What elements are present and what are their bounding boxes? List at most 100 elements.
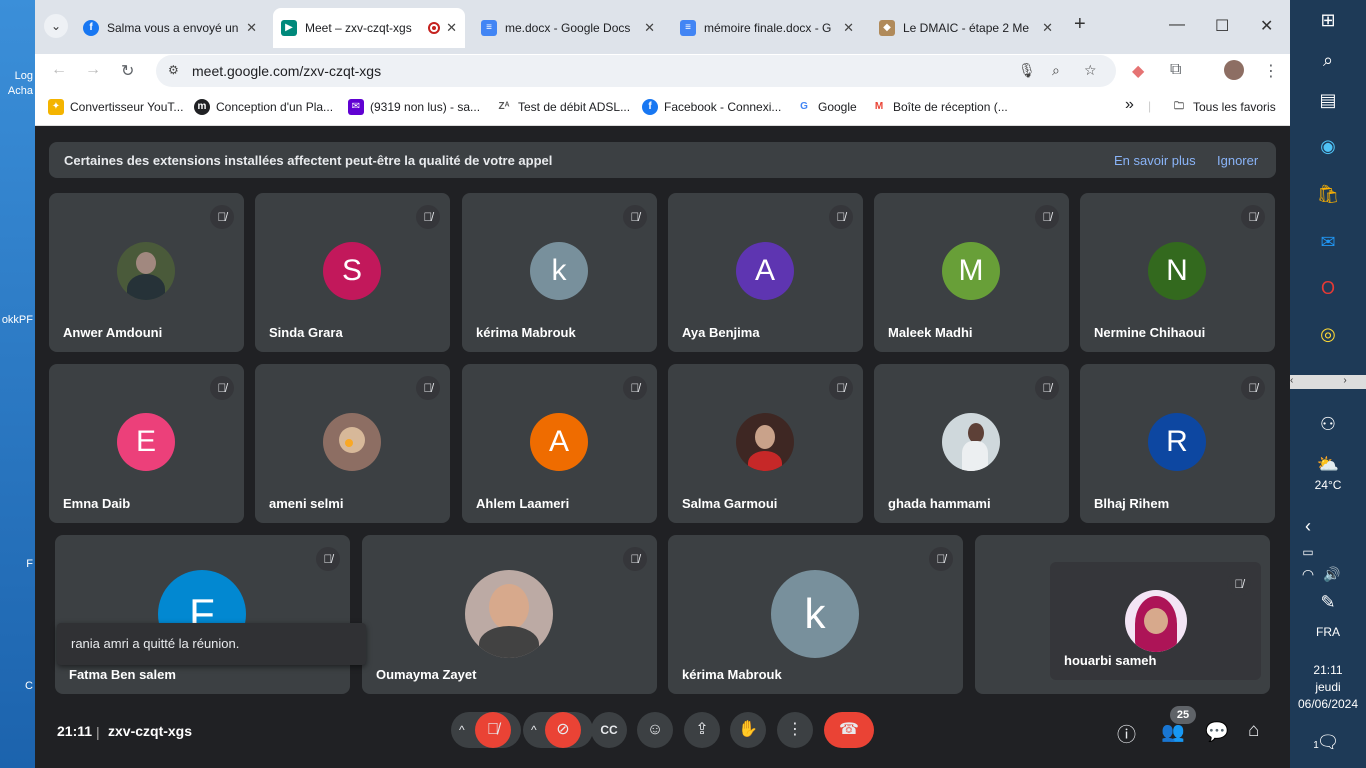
leave-call-button[interactable]: ☎ — [824, 712, 874, 748]
site-info-icon[interactable]: ⚙ — [168, 63, 179, 77]
forward-icon[interactable]: → — [85, 61, 101, 79]
bookmark-item[interactable]: M Boîte de réception (... — [871, 99, 1008, 115]
tab-dmaic[interactable]: ◆ Le DMAIC - étape 2 Me ✕ — [871, 14, 1061, 42]
desktop-icon-label[interactable]: C — [0, 680, 35, 692]
search-icon[interactable]: ⌕ — [1314, 46, 1342, 74]
clock-time[interactable]: 21:11 — [1290, 663, 1366, 677]
raise-hand-button[interactable]: ✋ — [730, 712, 766, 748]
microphone-icon[interactable]: 🎙 — [1018, 62, 1036, 79]
extensions-puzzle-icon[interactable]: ⧉ — [1170, 61, 1181, 79]
participant-tile[interactable]: 🎙̸ houarbi sameh — [975, 535, 1270, 694]
pen-icon[interactable]: ✎ — [1314, 588, 1342, 616]
participant-tile[interactable]: 🎙̸ Oumayma Zayet — [362, 535, 657, 694]
participant-tile[interactable]: 🎙̸ S Sinda Grara — [255, 193, 450, 352]
participant-tile[interactable]: 🎙̸ R Blhaj Rihem — [1080, 364, 1275, 523]
mic-off-icon: 🎙̸ — [1035, 205, 1059, 229]
bookmark-star-icon[interactable]: ☆ — [1084, 62, 1097, 79]
close-icon[interactable]: ✕ — [246, 20, 257, 36]
bookmarks-overflow-button[interactable]: » — [1125, 96, 1134, 114]
reload-icon[interactable]: ↻ — [121, 61, 134, 81]
participant-tile[interactable]: 🎙̸ Salma Garmoui — [668, 364, 863, 523]
weather-icon[interactable]: ⛅ — [1314, 450, 1342, 478]
desktop-icon-label[interactable]: okkPF — [0, 314, 35, 326]
people-icon[interactable]: ⚇ — [1314, 410, 1342, 438]
participant-tile[interactable]: 🎙̸ A Ahlem Laameri — [462, 364, 657, 523]
profile-avatar[interactable] — [1224, 60, 1244, 80]
learn-more-link[interactable]: En savoir plus — [1114, 153, 1196, 168]
bookmark-item[interactable]: Zᴬ Test de débit ADSL... — [496, 99, 630, 115]
store-icon[interactable]: 🛍 — [1314, 180, 1342, 208]
mic-off-icon: 🎙̸ — [929, 547, 953, 571]
opera-icon[interactable]: O — [1314, 274, 1342, 302]
participant-tile[interactable]: 🎙̸ ameni selmi — [255, 364, 450, 523]
url-text[interactable]: meet.google.com/zxv-czqt-xgs — [192, 63, 381, 79]
tab-meet[interactable]: ▶ Meet – zxv-czqt-xgs ✕ — [273, 8, 465, 48]
clock-date[interactable]: 06/06/2024 — [1290, 697, 1366, 711]
tab-docs[interactable]: ≡ me.docx - Google Docs ✕ — [473, 14, 663, 42]
meet-icon: ▶ — [281, 20, 297, 36]
emoji-button[interactable]: ☺ — [637, 712, 673, 748]
captions-button[interactable]: CC — [591, 712, 627, 748]
all-bookmarks-button[interactable]: 🗀 Tous les favoris — [1171, 99, 1276, 115]
bookmark-item[interactable]: ✦ Convertisseur YouT... — [48, 99, 183, 115]
close-icon[interactable]: ✕ — [843, 20, 854, 36]
avatar: E — [117, 413, 175, 471]
close-icon[interactable]: ✕ — [644, 20, 655, 36]
close-icon[interactable]: ✕ — [1042, 20, 1053, 36]
microphone-toggle[interactable]: 🎙̸ — [475, 712, 511, 748]
participant-tile[interactable]: 🎙̸ k kérima Mabrouk — [668, 535, 963, 694]
language-indicator[interactable]: FRA — [1290, 625, 1366, 639]
participant-tile[interactable]: 🎙̸ N Nermine Chihaoui — [1080, 193, 1275, 352]
bookmark-label: Convertisseur YouT... — [70, 100, 184, 114]
bookmark-item[interactable]: G Google — [796, 99, 857, 115]
bookmark-item[interactable]: f Facebook - Connexi... — [642, 99, 781, 115]
tab-docs[interactable]: ≡ mémoire finale.docx - G ✕ — [672, 14, 862, 42]
minimize-button[interactable]: — — [1169, 16, 1185, 34]
maximize-button[interactable]: ☐ — [1215, 16, 1229, 36]
windows-start-icon[interactable]: ⊞ — [1314, 6, 1342, 34]
participant-tile[interactable]: 🎙̸ M Maleek Madhi — [874, 193, 1069, 352]
dismiss-button[interactable]: Ignorer — [1217, 153, 1258, 168]
avatar — [1125, 590, 1187, 652]
recording-icon — [428, 22, 441, 34]
back-icon[interactable]: ← — [51, 61, 67, 79]
camera-toggle[interactable]: ⊘ — [545, 712, 581, 748]
chrome-icon[interactable]: ◎ — [1314, 320, 1342, 348]
desktop-icon-label[interactable]: F — [0, 558, 35, 570]
present-screen-button[interactable]: ⇪ — [684, 712, 720, 748]
participant-tile[interactable]: 🎙̸ F Fatma Ben salem — [55, 535, 350, 694]
participant-tile[interactable]: 🎙̸ A Aya Benjima — [668, 193, 863, 352]
temperature[interactable]: 24°C — [1290, 478, 1366, 492]
chat-icon[interactable]: 💬 — [1205, 720, 1229, 744]
tab-facebook[interactable]: f Salma vous a envoyé un ✕ — [75, 14, 265, 42]
participant-name: Anwer Amdouni — [63, 325, 163, 340]
activities-icon[interactable]: ⌂ — [1248, 720, 1259, 742]
close-icon[interactable]: ✕ — [446, 20, 457, 36]
address-bar[interactable]: ⚙ meet.google.com/zxv-czqt-xgs 🎙 ⌕ ☆ — [156, 55, 1116, 87]
participant-tile[interactable]: 🎙̸ k kérima Mabrouk — [462, 193, 657, 352]
bookmark-item[interactable]: m Conception d'un Pla... — [194, 99, 333, 115]
participant-tile[interactable]: 🎙̸ E Emna Daib — [49, 364, 244, 523]
meeting-code: zxv-czqt-xgs — [108, 723, 193, 739]
task-view-icon[interactable]: ▤ — [1314, 86, 1342, 114]
desktop-icon-label[interactable]: Acha — [0, 85, 35, 97]
close-window-button[interactable]: ✕ — [1260, 16, 1273, 36]
zoom-icon[interactable]: ⌕ — [1052, 62, 1060, 79]
participant-tile[interactable]: 🎙̸ ghada hammami — [874, 364, 1069, 523]
menu-kebab-icon[interactable]: ⋮ — [1263, 61, 1279, 81]
desktop-icon-label[interactable]: Log — [0, 70, 35, 82]
meeting-info-icon[interactable]: ⓘ — [1117, 720, 1136, 747]
chevron-left-icon[interactable]: ‹ — [1294, 512, 1322, 540]
participant-tile[interactable]: 🎙̸ Anwer Amdouni — [49, 193, 244, 352]
mail-icon[interactable]: ✉ — [1314, 228, 1342, 256]
extension-icon[interactable]: ◆ — [1132, 61, 1144, 81]
bookmark-item[interactable]: ✉ (9319 non lus) - sa... — [348, 99, 480, 115]
tab-search-button[interactable]: ⌄ — [44, 14, 68, 38]
edge-icon[interactable]: ◉ — [1314, 132, 1342, 160]
bookmark-label: Google — [818, 100, 857, 114]
taskbar-scrollbar[interactable]: ‹ › — [1290, 375, 1366, 389]
more-options-button[interactable]: ⋮ — [777, 712, 813, 748]
new-tab-button[interactable]: + — [1074, 13, 1086, 36]
clock-day[interactable]: jeudi — [1290, 680, 1366, 694]
volume-icon[interactable]: 🔊 — [1318, 560, 1346, 588]
